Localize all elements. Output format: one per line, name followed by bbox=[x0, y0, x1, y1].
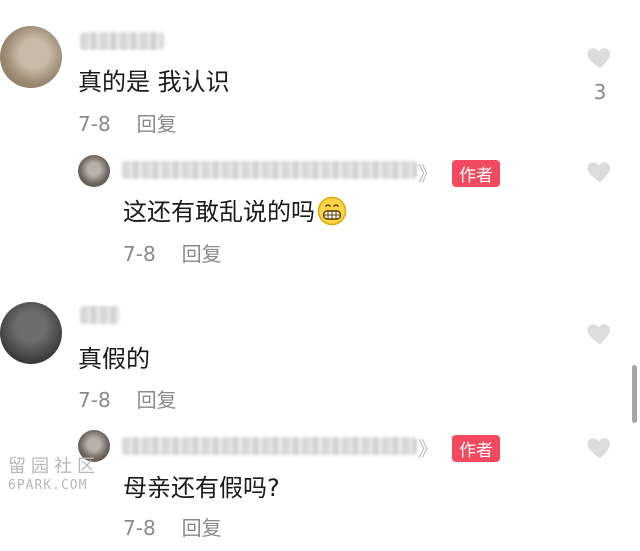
comment-date: 7-8 bbox=[123, 516, 156, 540]
like-button[interactable] bbox=[580, 432, 620, 462]
reply-text-line: 这还有敢乱说的吗 bbox=[123, 192, 347, 227]
comment-date: 7-8 bbox=[78, 388, 111, 412]
reply-text: 母亲还有假吗? bbox=[123, 474, 280, 502]
heart-icon bbox=[585, 156, 615, 186]
avatar[interactable] bbox=[0, 26, 62, 88]
like-count: 3 bbox=[593, 80, 607, 104]
scrollbar[interactable] bbox=[632, 365, 637, 423]
username-blurred[interactable] bbox=[122, 437, 417, 455]
like-button[interactable] bbox=[580, 156, 620, 186]
avatar[interactable] bbox=[0, 302, 62, 364]
reply-button[interactable]: 回复 bbox=[182, 242, 222, 266]
username-blurred[interactable] bbox=[80, 32, 164, 50]
watermark-top: 留园社区 bbox=[8, 456, 100, 477]
comment-date: 7-8 bbox=[123, 242, 156, 266]
watermark-bottom: 6PARK.COM bbox=[8, 478, 88, 493]
reply-text: 这还有敢乱说的吗 bbox=[123, 198, 315, 226]
comment-meta: 7-8 回复 bbox=[78, 384, 177, 413]
comment-meta: 7-8 回复 bbox=[123, 512, 222, 541]
author-badge: 作者 bbox=[452, 160, 500, 187]
heart-icon bbox=[585, 318, 615, 348]
comment-date: 7-8 bbox=[78, 112, 111, 136]
grinning-face-icon bbox=[317, 196, 347, 226]
username-blurred[interactable] bbox=[122, 161, 417, 179]
reply-button[interactable]: 回复 bbox=[182, 516, 222, 540]
comment-meta: 7-8 回复 bbox=[78, 108, 177, 137]
heart-icon bbox=[585, 42, 615, 72]
chevron-right-icon: 》 bbox=[418, 437, 438, 461]
heart-icon bbox=[585, 432, 615, 462]
comment-meta: 7-8 回复 bbox=[123, 238, 222, 267]
reply-button[interactable]: 回复 bbox=[137, 388, 177, 412]
like-button[interactable] bbox=[580, 318, 620, 348]
author-badge: 作者 bbox=[452, 435, 500, 462]
username-blurred[interactable] bbox=[80, 306, 120, 324]
avatar[interactable] bbox=[78, 155, 110, 187]
like-button[interactable]: 3 bbox=[580, 42, 620, 104]
chevron-right-icon: 》 bbox=[418, 162, 438, 186]
reply-button[interactable]: 回复 bbox=[137, 112, 177, 136]
comment-text: 真假的 bbox=[78, 345, 150, 373]
watermark: 留园社区 6PARK.COM bbox=[8, 452, 118, 493]
comment-text: 真的是 我认识 bbox=[78, 68, 230, 96]
